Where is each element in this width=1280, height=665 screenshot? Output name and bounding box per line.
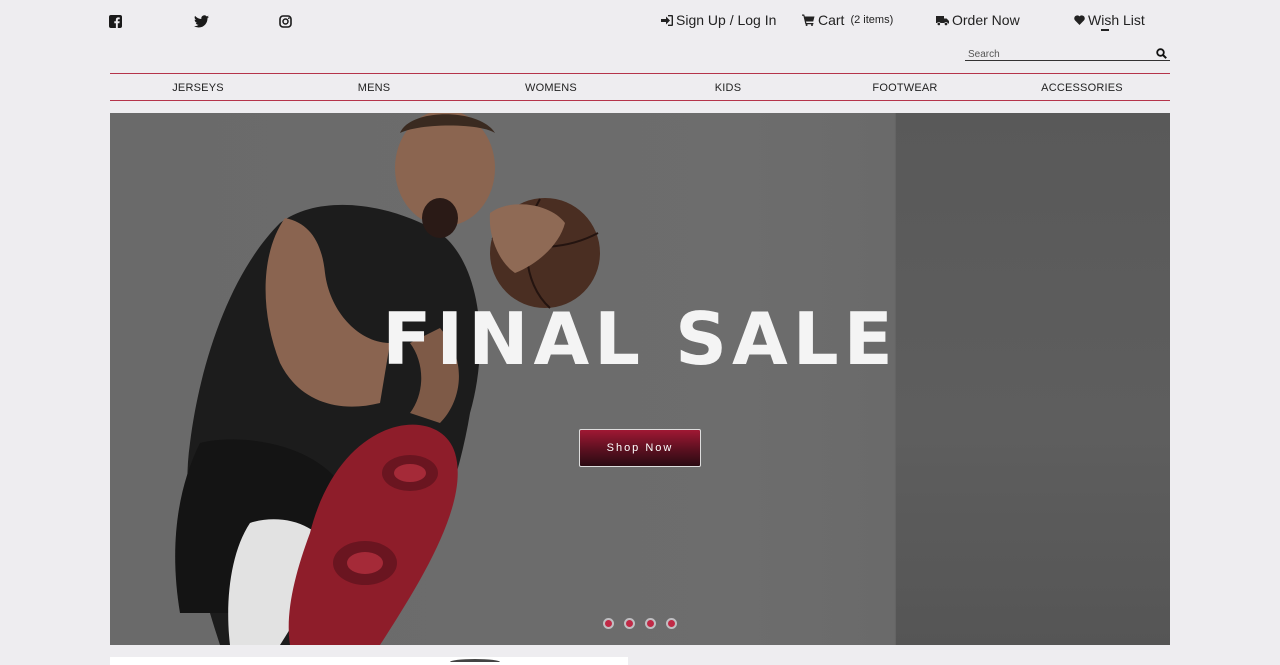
nav-item-footwear[interactable]: FOOTWEAR — [872, 82, 937, 94]
order-now-label: Order Now — [952, 12, 1020, 28]
nav-divider-bottom — [110, 100, 1170, 101]
hero-banner: FINAL SALE Shop Now — [110, 113, 1170, 645]
search-box — [965, 44, 1170, 64]
nav-item-accessories[interactable]: ACCESSORIES — [1041, 82, 1123, 94]
nav-item-kids[interactable]: KIDS — [715, 82, 741, 94]
cart-count: (2 items) — [850, 14, 894, 26]
sign-in-icon — [661, 14, 673, 26]
product-image — [450, 659, 500, 665]
top-bar: Sign Up / Log In Cart (2 items) Order No… — [0, 0, 1280, 72]
order-now-link[interactable]: Order Now — [936, 12, 1020, 28]
wish-list-link[interactable]: Wish List — [1074, 12, 1145, 28]
twitter-icon[interactable] — [194, 13, 209, 29]
shop-now-button[interactable]: Shop Now — [579, 429, 701, 467]
category-nav: JERSEYS MENS WOMENS KIDS FOOTWEAR ACCESS… — [110, 74, 1170, 100]
carousel-indicators — [603, 618, 677, 629]
cart-icon — [802, 14, 815, 26]
carousel-dot[interactable] — [624, 618, 635, 629]
carousel-dot[interactable] — [645, 618, 656, 629]
nav-item-mens[interactable]: MENS — [358, 82, 391, 94]
nav-item-womens[interactable]: WOMENS — [525, 82, 577, 94]
heart-icon — [1074, 15, 1085, 25]
instagram-icon[interactable] — [279, 13, 292, 29]
product-card-preview[interactable] — [110, 657, 628, 665]
search-input[interactable] — [965, 46, 1145, 63]
carousel-dot[interactable] — [603, 618, 614, 629]
truck-icon — [936, 15, 949, 26]
cart-link[interactable]: Cart (2 items) — [802, 12, 893, 28]
hero-title: FINAL SALE — [382, 297, 898, 381]
cart-label: Cart — [818, 12, 845, 28]
facebook-icon[interactable] — [109, 13, 122, 29]
wish-list-label: Wish List — [1088, 12, 1145, 28]
nav-item-jerseys[interactable]: JERSEYS — [172, 82, 224, 94]
signup-login-link[interactable]: Sign Up / Log In — [661, 12, 776, 28]
search-icon[interactable] — [1156, 46, 1167, 64]
signup-label: Sign Up / Log In — [676, 12, 777, 28]
wish-list-underline — [1101, 29, 1109, 31]
carousel-dot[interactable] — [666, 618, 677, 629]
